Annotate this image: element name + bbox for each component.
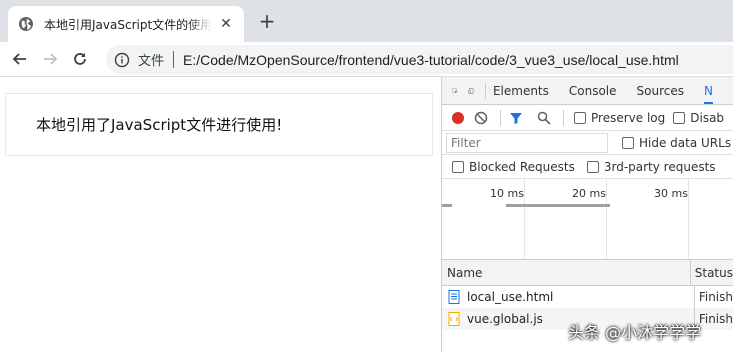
disable-cache-label: Disab <box>690 110 725 125</box>
blocked-requests-label: Blocked Requests <box>469 159 575 174</box>
hide-data-urls-checkbox[interactable] <box>622 136 634 149</box>
scheme-label: 文件 <box>138 54 165 69</box>
message-card: 本地引用了JavaScript文件进行使用! <box>5 93 433 156</box>
search-icon[interactable] <box>537 111 551 125</box>
third-party-label: 3rd-party requests <box>603 159 716 174</box>
preserve-log-checkbox[interactable] <box>574 111 586 124</box>
preserve-log-label: Preserve log <box>591 110 666 125</box>
divider <box>173 51 175 68</box>
request-name: local_use.html <box>467 290 554 304</box>
request-name: vue.global.js <box>467 312 543 326</box>
devtools-tabbar: Elements Console Sources N <box>442 77 733 105</box>
table-row[interactable]: local_use.html Finish <box>442 286 733 308</box>
network-overview[interactable]: 10 ms 20 ms 30 ms <box>442 179 733 260</box>
browser-toolbar: 文件 E:/Code/MzOpenSource/frontend/vue3-tu… <box>0 42 733 77</box>
devtools-panel: Elements Console Sources N Preserve log … <box>441 77 733 352</box>
script-file-icon <box>448 312 460 326</box>
divider <box>500 109 501 126</box>
timeline-tick: 20 ms <box>572 187 606 200</box>
forward-button[interactable] <box>40 49 60 69</box>
browser-tab[interactable]: 本地引用JavaScript文件的使用方 ✕ <box>8 6 244 42</box>
network-toolbar: Preserve log Disab <box>442 105 733 131</box>
filter-input[interactable] <box>446 132 608 153</box>
waterfall-bar <box>442 204 452 207</box>
tab-console[interactable]: Console <box>569 84 617 98</box>
timeline-tick: 30 ms <box>654 187 688 200</box>
arrow-right-icon <box>44 53 58 65</box>
tab-elements[interactable]: Elements <box>493 84 549 98</box>
column-status[interactable]: Status <box>691 266 733 280</box>
timeline-tick: 10 ms <box>490 187 524 200</box>
page-message: 本地引用了JavaScript文件进行使用! <box>36 116 283 134</box>
record-icon[interactable] <box>452 111 464 124</box>
reload-button[interactable] <box>70 49 90 69</box>
tab-network[interactable]: N <box>704 84 713 104</box>
clear-icon[interactable] <box>474 111 488 125</box>
url-text[interactable]: E:/Code/MzOpenSource/frontend/vue3-tutor… <box>183 52 679 68</box>
info-icon[interactable] <box>114 52 130 68</box>
tab-title: 本地引用JavaScript文件的使用方 <box>44 17 212 32</box>
disable-cache-checkbox[interactable] <box>673 111 686 124</box>
divider <box>563 109 564 126</box>
hide-data-urls-label: Hide data URLs <box>639 135 732 150</box>
globe-icon <box>19 17 33 31</box>
timeline-gridline <box>606 179 607 259</box>
request-status: Finish <box>698 290 733 304</box>
document-icon <box>448 290 460 304</box>
requests-table-header: Name Status <box>442 260 733 286</box>
timeline-gridline <box>524 179 525 259</box>
watermark: 头条 @小沐学学学 <box>568 323 702 342</box>
device-toolbar-icon[interactable] <box>468 83 474 99</box>
request-filters-row: Blocked Requests 3rd-party requests <box>442 155 733 179</box>
column-name[interactable]: Name <box>442 260 691 285</box>
address-bar[interactable]: 文件 E:/Code/MzOpenSource/frontend/vue3-tu… <box>106 45 733 74</box>
waterfall-bar <box>506 204 610 207</box>
third-party-checkbox[interactable] <box>586 160 599 173</box>
filter-row: Hide data URLs <box>442 131 733 155</box>
tab-strip: 本地引用JavaScript文件的使用方 ✕ + <box>0 0 733 42</box>
page-viewport: 本地引用了JavaScript文件进行使用! <box>0 77 441 352</box>
back-button[interactable] <box>10 49 30 69</box>
blocked-requests-checkbox[interactable] <box>452 160 464 173</box>
close-tab-icon[interactable]: ✕ <box>218 16 234 32</box>
filter-icon[interactable] <box>509 111 523 125</box>
inspect-element-icon[interactable] <box>452 83 458 99</box>
new-tab-button[interactable]: + <box>256 10 278 32</box>
reload-icon <box>74 53 86 65</box>
timeline-gridline <box>688 179 689 259</box>
arrow-left-icon <box>12 53 26 65</box>
tab-sources[interactable]: Sources <box>637 84 684 98</box>
